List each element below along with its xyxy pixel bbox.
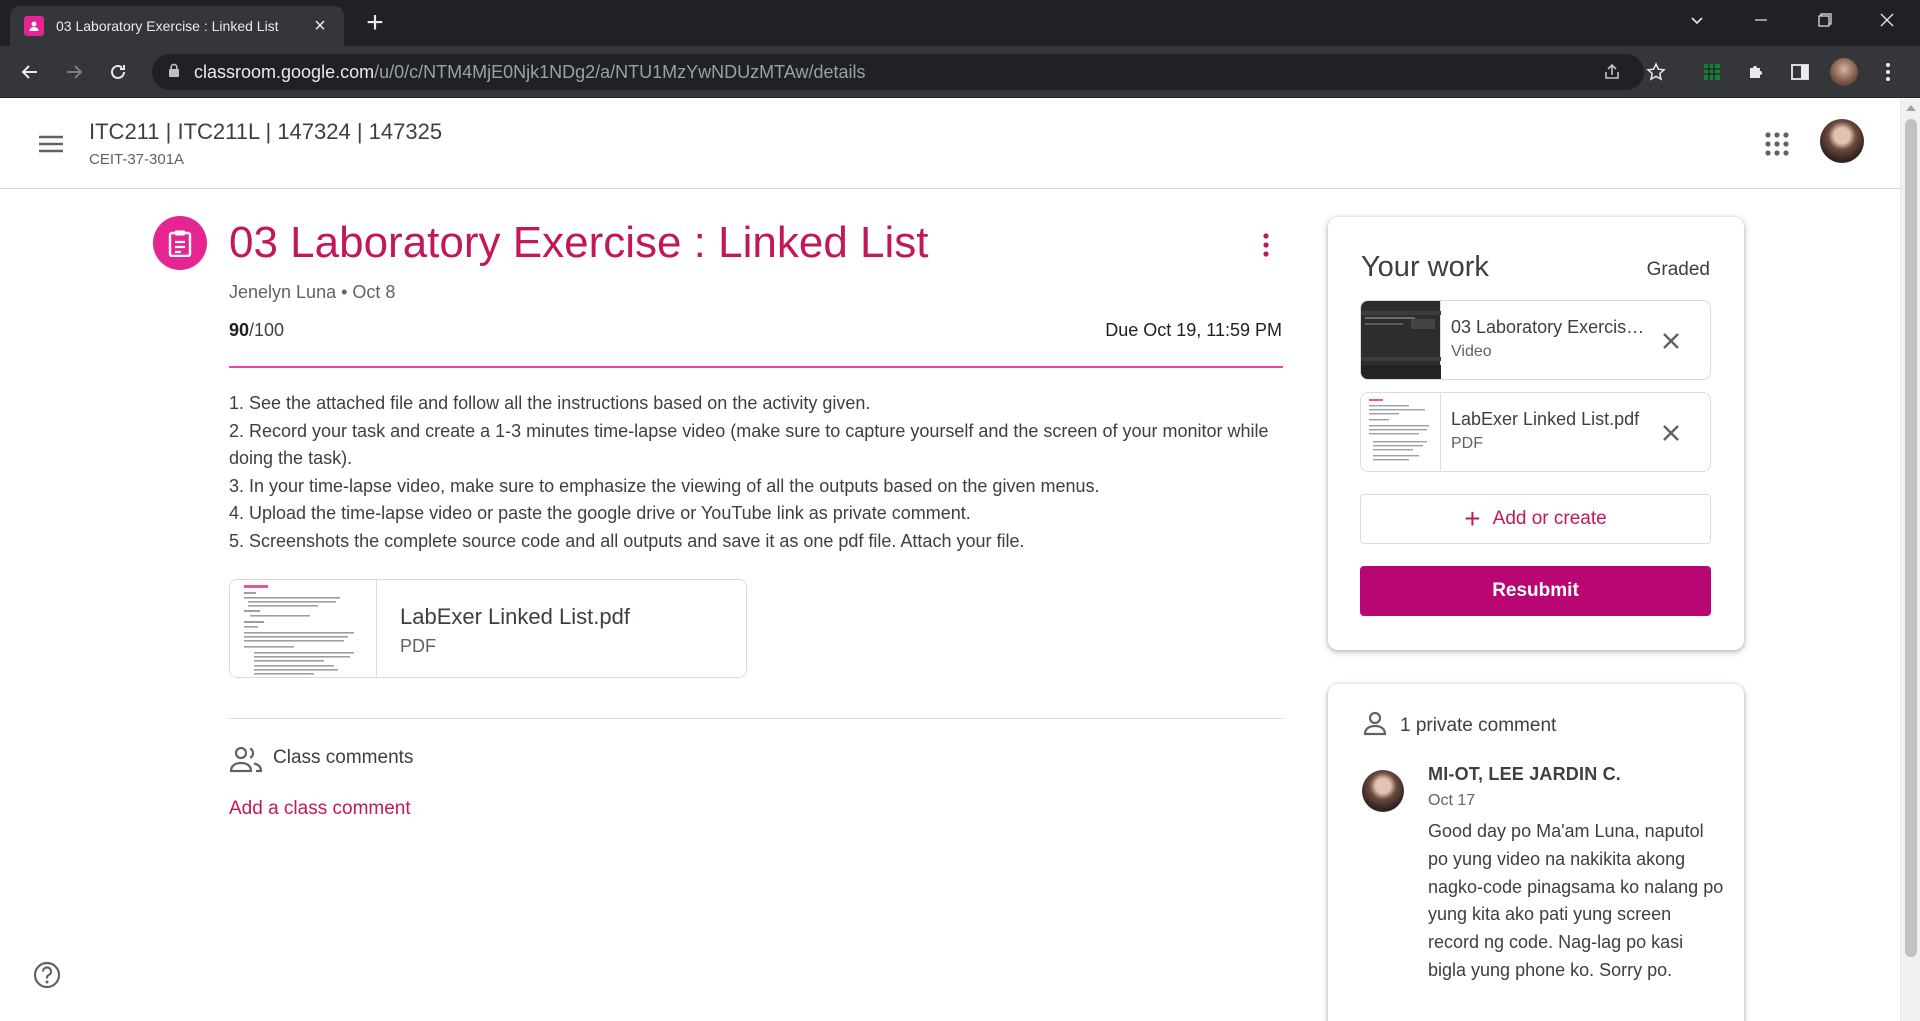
new-tab-button[interactable]: + xyxy=(360,8,390,38)
profile-avatar[interactable] xyxy=(1830,58,1858,86)
url-text: classroom.google.com/u/0/c/NTM4MjE0Njk1N… xyxy=(194,62,866,83)
browser-tab[interactable]: 03 Laboratory Exercise : Linked List × xyxy=(10,6,344,46)
work-status-badge: Graded xyxy=(1646,259,1710,280)
work-item-name: LabExer Linked List.pdf xyxy=(1451,409,1640,429)
account-avatar[interactable] xyxy=(1820,119,1864,163)
title-divider xyxy=(229,366,1283,368)
assignment-grade: 90/100 xyxy=(229,320,284,341)
assignment-meta: Jenelyn Luna • Oct 8 xyxy=(229,282,396,302)
private-comments-count: 1 private comment xyxy=(1400,714,1557,736)
add-class-comment-link[interactable]: Add a class comment xyxy=(229,798,411,820)
main-menu-icon[interactable] xyxy=(36,129,66,159)
due-date: Due Oct 19, 11:59 PM xyxy=(1105,320,1282,340)
scroll-up-arrow-icon[interactable] xyxy=(1906,105,1916,111)
restore-icon[interactable] xyxy=(1800,0,1850,40)
instruction-line: 2. Record your task and create a 1-3 min… xyxy=(229,420,1269,469)
work-item[interactable]: LabExer Linked List.pdf PDF xyxy=(1360,392,1711,472)
pdf-thumbnail xyxy=(1361,393,1441,471)
instruction-line: 3. In your time-lapse video, make sure t… xyxy=(229,475,1100,496)
tab-close-icon[interactable]: × xyxy=(310,15,330,38)
bookmark-star-icon[interactable] xyxy=(1642,58,1670,86)
add-or-create-button[interactable]: + Add or create xyxy=(1360,494,1711,544)
people-icon xyxy=(229,744,263,774)
plus-icon: + xyxy=(1464,503,1481,534)
lock-icon xyxy=(168,63,180,82)
url-host: classroom.google.com xyxy=(194,61,375,82)
pdf-thumbnail xyxy=(230,580,377,677)
share-icon[interactable] xyxy=(1598,58,1626,86)
resubmit-button[interactable]: Resubmit xyxy=(1360,566,1711,616)
work-item-type: PDF xyxy=(1451,435,1483,452)
tab-title: 03 Laboratory Exercise : Linked List xyxy=(56,18,279,34)
window-close-icon[interactable] xyxy=(1862,0,1912,40)
more-options-icon[interactable] xyxy=(1256,230,1276,260)
sheets-extension-icon[interactable] xyxy=(1698,58,1726,86)
section-divider xyxy=(229,718,1283,719)
class-title[interactable]: ITC211 | ITC211L | 147324 | 147325 xyxy=(89,119,442,145)
points-total: /100 xyxy=(249,320,285,340)
page-scrollbar[interactable] xyxy=(1900,99,1920,1021)
your-work-title: Your work xyxy=(1361,251,1489,283)
extensions-puzzle-icon[interactable] xyxy=(1742,58,1770,86)
work-item-type: Video xyxy=(1451,343,1492,360)
browser-menu-icon[interactable] xyxy=(1874,58,1902,86)
work-item-name: 03 Laboratory Exercise : Linked List xyxy=(1451,317,1651,337)
attachment-type: PDF xyxy=(400,636,436,656)
reload-icon[interactable] xyxy=(102,56,134,88)
comment-text: Good day po Ma'am Luna, naputol po yung … xyxy=(1428,821,1724,980)
forward-arrow-icon[interactable] xyxy=(58,56,90,88)
tab-search-icon[interactable] xyxy=(1672,0,1722,40)
attachment-name[interactable]: LabExer Linked List.pdf xyxy=(400,604,630,630)
instruction-line: 5. Screenshots the complete source code … xyxy=(229,530,1025,551)
classroom-header: ITC211 | ITC211L | 147324 | 147325 CEIT-… xyxy=(0,99,1900,189)
add-or-create-label: Add or create xyxy=(1492,508,1607,529)
class-section: CEIT-37-301A xyxy=(89,151,185,168)
browser-toolbar: classroom.google.com/u/0/c/NTM4MjE0Njk1N… xyxy=(0,46,1920,98)
private-comments-header[interactable]: 1 private comment xyxy=(1362,710,1556,741)
your-work-card: Your work Graded 03 Laboratory Exercise … xyxy=(1328,217,1744,650)
work-item[interactable]: 03 Laboratory Exercise : Linked List Vid… xyxy=(1360,300,1711,380)
private-comments-card: 1 private comment MI-OT, LEE JARDIN C. O… xyxy=(1328,684,1744,1021)
person-icon xyxy=(1362,710,1388,741)
classroom-favicon-icon xyxy=(24,16,44,36)
side-panel-icon[interactable] xyxy=(1786,58,1814,86)
commenter-avatar xyxy=(1362,770,1404,812)
address-bar[interactable]: classroom.google.com/u/0/c/NTM4MjE0Njk1N… xyxy=(152,54,1644,90)
remove-attachment-icon[interactable] xyxy=(1657,419,1685,447)
back-arrow-icon[interactable] xyxy=(14,56,46,88)
google-apps-icon[interactable] xyxy=(1762,129,1792,159)
url-path: /u/0/c/NTM4MjE0Njk1NDg2/a/NTU1MzYwNDUzMT… xyxy=(374,61,866,82)
help-icon[interactable] xyxy=(32,960,62,990)
assignment-instructions: 1. See the attached file and follow all … xyxy=(229,390,1283,556)
video-thumbnail xyxy=(1361,301,1441,379)
scrollbar-thumb[interactable] xyxy=(1905,119,1917,957)
comment-date: Oct 17 xyxy=(1428,792,1476,809)
instruction-line: 1. See the attached file and follow all … xyxy=(229,393,871,413)
remove-attachment-icon[interactable] xyxy=(1657,327,1685,355)
assignment-title: 03 Laboratory Exercise : Linked List xyxy=(229,218,929,267)
points-earned: 90 xyxy=(229,320,250,340)
instruction-line: 4. Upload the time-lapse video or paste … xyxy=(229,503,971,524)
assignment-attachment[interactable]: LabExer Linked List.pdf PDF xyxy=(229,579,747,678)
browser-tab-strip: 03 Laboratory Exercise : Linked List × + xyxy=(0,0,1920,46)
assignment-icon xyxy=(153,216,207,270)
minimize-icon[interactable] xyxy=(1736,0,1786,40)
comment-author: MI-OT, LEE JARDIN C. xyxy=(1428,764,1622,784)
class-comments-label: Class comments xyxy=(273,747,414,768)
